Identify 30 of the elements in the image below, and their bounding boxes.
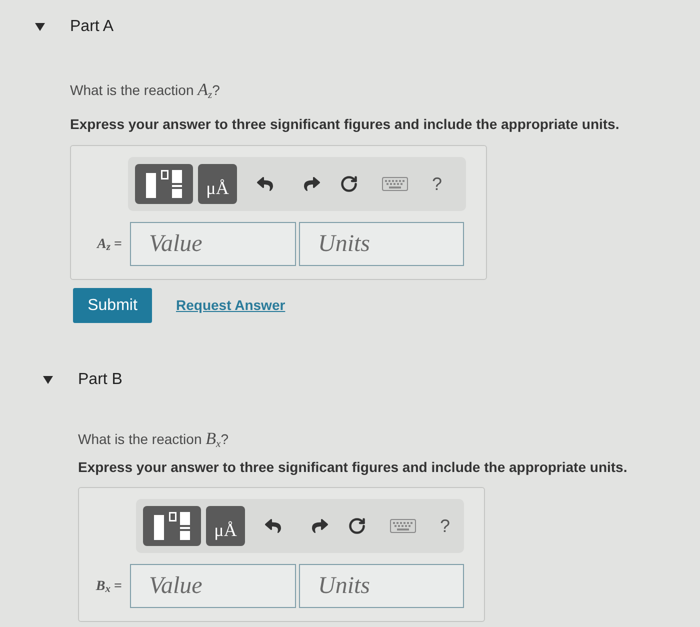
units-field[interactable]: Units [299,222,464,266]
part-title: Part A [70,17,114,37]
redo-icon[interactable] [312,518,328,534]
variable-label: A$_{z}$ = [97,236,122,254]
redo-icon[interactable] [304,176,320,192]
fraction-template-icon [154,512,190,540]
undo-icon[interactable] [265,518,281,534]
help-button[interactable]: ? [440,516,450,536]
template-button[interactable] [143,506,201,546]
fraction-template-icon [146,170,182,198]
question-text: What is the reaction A$_{z}$? [70,81,221,99]
undo-icon[interactable] [257,176,273,192]
units-button[interactable]: μÅ [206,506,245,546]
reset-icon[interactable] [340,175,358,193]
units-field[interactable]: Units [299,564,464,608]
instruction-text: Express your answer to three significant figures and include the appropriate units. [70,115,620,133]
template-button[interactable] [135,164,193,204]
request-answer-link[interactable]: Request Answer [176,295,286,316]
reset-icon[interactable] [348,517,366,535]
value-field[interactable]: Value [130,222,296,266]
help-button[interactable]: ? [432,174,442,194]
caret-icon[interactable] [35,23,45,31]
part-title: Part B [78,370,122,390]
instruction-text: Express your answer to three significant figures and include the appropriate units. [78,458,628,476]
units-button[interactable]: μÅ [198,164,237,204]
caret-icon[interactable] [43,376,53,384]
question-text: What is the reaction B$_{x}$? [78,430,230,448]
variable-label: B$_{x}$ = [96,578,122,596]
value-field[interactable]: Value [130,564,296,608]
submit-button[interactable]: Submit [73,288,152,323]
